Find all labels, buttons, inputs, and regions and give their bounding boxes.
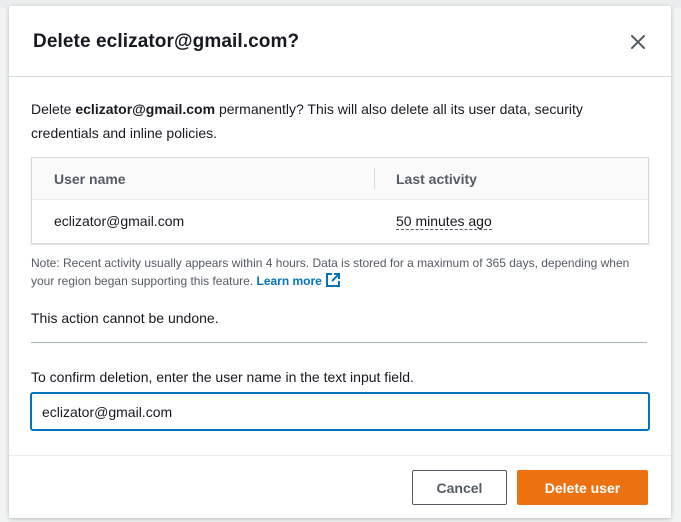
close-button[interactable] xyxy=(627,31,649,53)
dialog-title: Delete eclizator@gmail.com? xyxy=(33,31,300,52)
cell-user-name: eclizator@gmail.com xyxy=(54,213,185,229)
dialog-footer: Cancel Delete user xyxy=(9,455,671,518)
activity-note: Note: Recent activity usually appears wi… xyxy=(31,255,649,290)
intro-prefix: Delete xyxy=(31,101,76,117)
close-icon xyxy=(631,35,645,49)
dialog-body: Delete eclizator@gmail.com permanently? … xyxy=(31,77,649,430)
delete-user-dialog: Delete eclizator@gmail.com? Delete ecliz… xyxy=(9,6,671,518)
cell-last-activity[interactable]: 50 minutes ago xyxy=(396,213,492,230)
table-row: eclizator@gmail.com 50 minutes ago xyxy=(32,200,648,243)
intro-username: eclizator@gmail.com xyxy=(75,101,216,117)
dialog-header: Delete eclizator@gmail.com? xyxy=(9,6,671,77)
confirm-username-input[interactable] xyxy=(31,393,649,430)
learn-more-link[interactable]: Learn more xyxy=(256,273,340,288)
delete-user-button[interactable]: Delete user xyxy=(517,470,648,505)
confirm-label: To confirm deletion, enter the user name… xyxy=(31,369,414,385)
section-divider xyxy=(31,342,647,343)
column-header-user-name: User name xyxy=(54,170,126,187)
learn-more-label: Learn more xyxy=(256,274,322,288)
delete-description: Delete eclizator@gmail.com permanently? … xyxy=(31,97,649,145)
table-header: User name Last activity xyxy=(32,158,648,200)
cancel-button[interactable]: Cancel xyxy=(412,470,507,505)
column-divider xyxy=(374,168,375,189)
external-link-icon xyxy=(325,273,340,287)
cannot-undo-warning: This action cannot be undone. xyxy=(31,310,219,326)
user-table: User name Last activity eclizator@gmail.… xyxy=(31,157,649,244)
column-header-last-activity: Last activity xyxy=(396,170,477,187)
